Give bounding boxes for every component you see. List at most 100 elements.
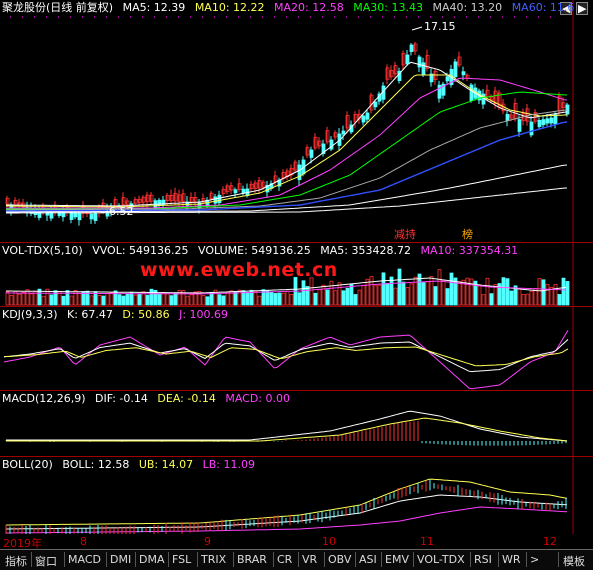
grid-dot (538, 16, 539, 18)
grid-dot (394, 16, 395, 18)
candle-body (297, 164, 302, 181)
tab-asi[interactable]: ASI (359, 553, 377, 566)
volume-bar (477, 285, 482, 306)
volume-bar (121, 295, 126, 306)
macd-panel[interactable]: MACD(12,26,9) DIF: -0.14 DEA: -0.14 MACD… (0, 391, 593, 456)
volume-bar (365, 278, 370, 306)
volume-bar (341, 290, 346, 306)
tab-more[interactable]: > (530, 553, 539, 566)
tab-separator (558, 552, 559, 567)
volume-bar (325, 289, 330, 306)
volume-bar (381, 272, 386, 306)
tab-cr[interactable]: CR (277, 553, 292, 566)
volume-bar (269, 291, 274, 306)
volume-bar (357, 289, 362, 306)
volume-bar (425, 281, 430, 306)
tab-wr[interactable]: WR (502, 553, 521, 566)
grid-dot (70, 16, 71, 18)
candle-body (73, 212, 78, 218)
volume-value: VOLUME: 549136.25 (198, 244, 311, 257)
grid-dot (34, 16, 35, 18)
volume-bar (165, 293, 170, 306)
tab-dma[interactable]: DMA (139, 553, 165, 566)
volume-bar (189, 294, 194, 306)
grid-dot (214, 16, 215, 18)
volume-bar (405, 287, 410, 306)
tab-separator (324, 552, 325, 567)
tab-template[interactable]: 模板 (563, 553, 585, 569)
candle-body (529, 121, 534, 136)
macd-dea-value: DEA: -0.14 (157, 392, 216, 405)
grid-dot (154, 16, 155, 18)
tab-emv[interactable]: EMV (385, 553, 409, 566)
high-leader (411, 26, 423, 31)
volume-bar (321, 284, 326, 306)
volume-bar (65, 290, 70, 306)
tab-brar[interactable]: BRAR (237, 553, 267, 566)
kdj-k-value: K: 67.47 (67, 308, 113, 321)
volume-bar (297, 292, 302, 306)
volume-bar (253, 290, 258, 306)
volume-bar (545, 283, 550, 306)
tab-trix[interactable]: TRIX (201, 553, 226, 566)
tab-fsl[interactable]: FSL (172, 553, 191, 566)
grid-dot (286, 16, 287, 18)
date-label: 10 (322, 535, 336, 548)
tab-rsi[interactable]: RSI (474, 553, 492, 566)
tab-vol-tdx[interactable]: VOL-TDX (417, 553, 465, 566)
tab-macd[interactable]: MACD (68, 553, 101, 566)
grid-dot (262, 16, 263, 18)
volume-bar (389, 276, 394, 306)
ma40-line (6, 109, 568, 211)
tab-obv[interactable]: OBV (328, 553, 351, 566)
volume-bar (205, 296, 210, 306)
date-label: 8 (80, 535, 87, 548)
volume-bar (221, 295, 226, 306)
candle-body (505, 114, 510, 121)
tab-vr[interactable]: VR (302, 553, 317, 566)
volume-bar (29, 293, 34, 306)
price-panel[interactable]: 聚龙股份(日线 前复权) MA5: 12.39 MA10: 12.22 MA20… (0, 0, 593, 242)
event-label-reduce[interactable]: 减持 (394, 229, 416, 241)
volume-bar (313, 292, 318, 306)
volume-bar (309, 277, 314, 306)
macd-header: MACD(12,26,9) DIF: -0.14 DEA: -0.14 MACD… (2, 392, 296, 405)
volume-bar (21, 291, 26, 306)
grid-dot (346, 16, 347, 18)
grid-dot (10, 16, 11, 18)
candle-body (69, 211, 74, 220)
grid-dot (370, 16, 371, 18)
grid-dot (82, 16, 83, 18)
volume-bar (441, 279, 446, 306)
ma40-value: MA40: 13.20 (432, 1, 503, 14)
tab-window[interactable]: 窗口 (35, 553, 57, 569)
volume-bar (233, 291, 238, 306)
event-label-list[interactable]: 榜 (462, 229, 473, 241)
volume-bar (101, 295, 106, 306)
volume-bar (385, 282, 390, 306)
tab-dmi[interactable]: DMI (110, 553, 131, 566)
volume-bar (201, 295, 206, 306)
boll-panel[interactable]: BOLL(20) BOLL: 12.58 UB: 14.07 LB: 11.09 (0, 457, 593, 534)
volume-bar (345, 287, 350, 306)
kdj-panel[interactable]: KDJ(9,3,3) K: 67.47 D: 50.86 J: 100.69 (0, 307, 593, 390)
grid-dot (454, 16, 455, 18)
volume-bar (285, 290, 290, 306)
candle-body (213, 196, 218, 204)
grid-dot (358, 16, 359, 18)
tab-separator (197, 552, 198, 567)
candle-body (309, 149, 314, 158)
volume-bar (397, 268, 402, 306)
kdj-d-value: D: 50.86 (122, 308, 170, 321)
volume-bar (469, 278, 474, 306)
volume-bar (537, 278, 542, 306)
volume-bar (521, 294, 526, 306)
grid-dot (22, 16, 23, 18)
volume-bar (509, 290, 514, 306)
tab-indicator[interactable]: 指标 (5, 553, 27, 569)
volume-bar (209, 291, 214, 306)
grid-dot (238, 16, 239, 18)
volume-bar (9, 295, 14, 306)
grid-dot (202, 16, 203, 18)
price-chart[interactable] (0, 0, 593, 242)
